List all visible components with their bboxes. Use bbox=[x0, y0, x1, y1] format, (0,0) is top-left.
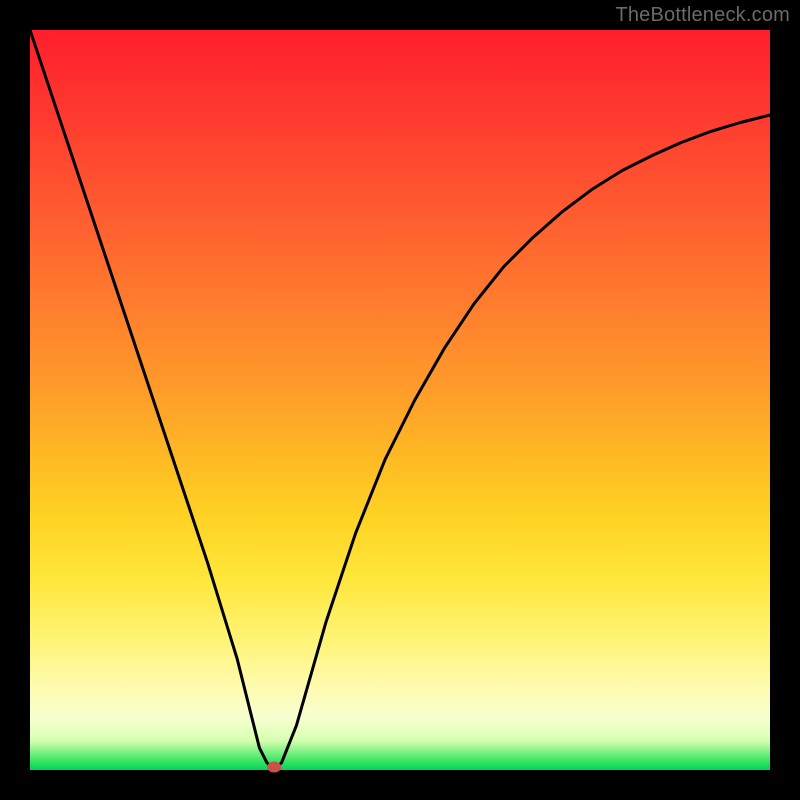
chart-svg bbox=[30, 30, 770, 770]
min-point-marker bbox=[267, 762, 281, 773]
chart-frame: TheBottleneck.com bbox=[0, 0, 800, 800]
bottleneck-curve-line bbox=[30, 30, 770, 770]
watermark-text: TheBottleneck.com bbox=[615, 4, 790, 27]
plot-area bbox=[30, 30, 770, 770]
